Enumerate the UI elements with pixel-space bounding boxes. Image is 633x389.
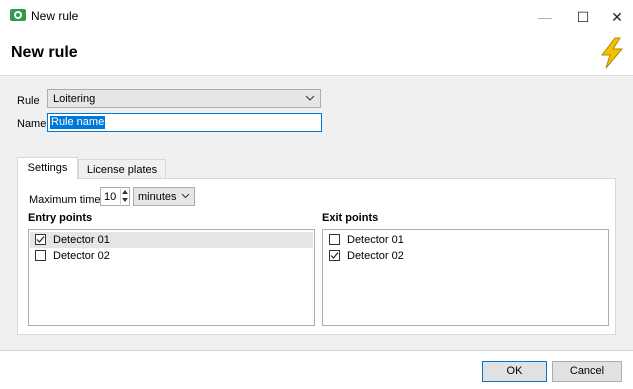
time-unit-select[interactable]: minutes — [133, 187, 195, 206]
entry-point-item[interactable]: Detector 01 — [30, 232, 313, 248]
cancel-button[interactable]: Cancel — [552, 361, 622, 382]
name-input[interactable]: Rule name — [47, 113, 322, 132]
app-eye-icon — [10, 9, 26, 21]
exit-points-heading: Exit points — [322, 212, 379, 224]
entry-points-heading: Entry points — [28, 212, 93, 224]
checkbox-unchecked[interactable] — [329, 234, 340, 245]
minimize-button[interactable]: — — [528, 6, 562, 28]
chevron-down-icon — [305, 95, 315, 101]
lightning-bolt-icon — [600, 37, 624, 69]
checkbox-checked[interactable] — [35, 234, 46, 245]
name-input-value: Rule name — [50, 116, 106, 129]
window-title: New rule — [31, 9, 79, 23]
name-label: Name — [17, 118, 47, 130]
tab-license-plates[interactable]: License plates — [78, 159, 166, 179]
exit-point-label: Detector 01 — [347, 234, 404, 246]
close-button[interactable]: ✕ — [600, 6, 633, 28]
page-title: New rule — [11, 44, 78, 61]
entry-point-item[interactable]: Detector 02 — [30, 248, 313, 264]
entry-point-label: Detector 02 — [53, 250, 110, 262]
maximum-time-label: Maximum time — [29, 194, 101, 206]
footer-divider — [0, 350, 633, 351]
chevron-down-icon — [181, 193, 190, 199]
tab-settings[interactable]: Settings — [17, 157, 78, 179]
exit-points-list[interactable]: Detector 01 Detector 02 — [322, 229, 609, 326]
rule-select-value: Loitering — [53, 93, 96, 105]
check-icon — [330, 252, 339, 259]
exit-point-item[interactable]: Detector 02 — [324, 248, 607, 264]
maximum-time-value: 10 — [104, 191, 117, 203]
rule-select[interactable]: Loitering — [47, 89, 321, 108]
spin-buttons[interactable] — [120, 189, 130, 204]
time-unit-value: minutes — [138, 191, 177, 203]
rule-label: Rule — [17, 95, 40, 107]
exit-point-label: Detector 02 — [347, 250, 404, 262]
maximum-time-spinbox[interactable]: 10 — [100, 187, 130, 206]
checkbox-checked[interactable] — [329, 250, 340, 261]
spin-down-icon[interactable] — [122, 198, 128, 202]
check-icon — [36, 236, 45, 243]
ok-button[interactable]: OK — [482, 361, 547, 382]
spin-up-icon[interactable] — [122, 190, 128, 194]
exit-point-item[interactable]: Detector 01 — [324, 232, 607, 248]
checkbox-unchecked[interactable] — [35, 250, 46, 261]
maximize-button[interactable]: ☐ — [566, 6, 600, 28]
entry-point-label: Detector 01 — [53, 234, 110, 246]
entry-points-list[interactable]: Detector 01 Detector 02 — [28, 229, 315, 326]
